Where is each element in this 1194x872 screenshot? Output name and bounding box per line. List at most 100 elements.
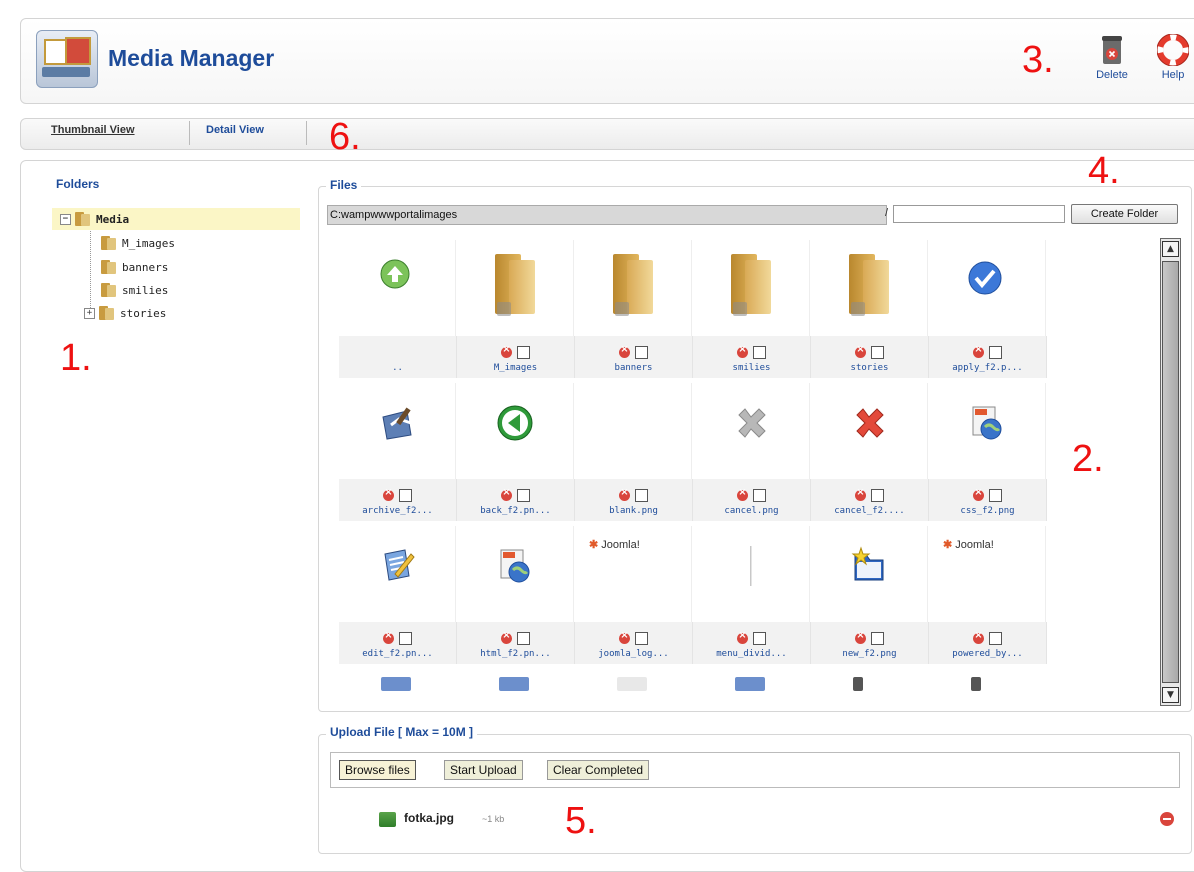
file-name-link[interactable]: new_f2.png [811,649,928,659]
select-checkbox[interactable] [635,489,648,502]
file-name-link[interactable]: edit_f2.pn... [339,649,456,659]
select-checkbox[interactable] [871,632,884,645]
scroll-down-arrow-icon[interactable]: ▼ [1162,687,1179,703]
select-checkbox[interactable] [753,489,766,502]
delete-item-icon[interactable] [855,487,866,501]
file-thumbnail-item[interactable]: cancel.png [693,383,811,521]
delete-item-icon[interactable] [501,344,512,358]
file-thumbnail-item[interactable]: html_f2.pn... [457,526,575,664]
delete-button[interactable]: Delete [1084,34,1140,81]
file-thumbnail-item[interactable]: css_f2.png [929,383,1047,521]
select-checkbox[interactable] [871,346,884,359]
thumbnail-area[interactable] [457,383,574,479]
file-name-link[interactable]: html_f2.pn... [457,649,574,659]
select-checkbox[interactable] [753,632,766,645]
delete-item-icon[interactable] [619,630,630,644]
delete-item-icon[interactable] [737,630,748,644]
select-checkbox[interactable] [753,346,766,359]
thumbnail-area[interactable]: ✱ Joomla! [575,526,692,622]
files-scrollbar[interactable]: ▲ ▼ [1160,238,1181,706]
file-name-link[interactable]: apply_f2.p... [929,363,1046,373]
expand-toggle-icon[interactable]: + [84,307,95,319]
delete-item-icon[interactable] [737,344,748,358]
file-thumbnail-item[interactable]: banners [575,240,693,378]
scroll-thumb[interactable] [1162,261,1179,683]
file-thumbnail-item[interactable]: .. [339,240,457,378]
tree-item-banners[interactable]: banners [99,256,168,278]
file-name-link[interactable]: cancel_f2.... [811,506,928,516]
delete-item-icon[interactable] [619,487,630,501]
thumbnail-area[interactable] [929,383,1046,479]
thumbnail-area[interactable] [929,240,1046,336]
file-thumbnail-item[interactable]: back_f2.pn... [457,383,575,521]
delete-item-icon[interactable] [383,487,394,501]
thumbnail-area[interactable] [457,240,574,336]
file-name-link[interactable]: powered_by... [929,649,1046,659]
tree-item-m-images[interactable]: M_images [99,232,175,254]
select-checkbox[interactable] [517,632,530,645]
delete-item-icon[interactable] [973,630,984,644]
file-name-link[interactable]: .. [339,363,456,373]
file-thumbnail-item[interactable]: M_images [457,240,575,378]
file-thumbnail-item[interactable]: edit_f2.pn... [339,526,457,664]
select-checkbox[interactable] [517,346,530,359]
select-checkbox[interactable] [517,489,530,502]
delete-item-icon[interactable] [737,487,748,501]
tab-detail-view[interactable]: Detail View [206,124,264,136]
browse-files-button[interactable]: Browse files [339,760,416,780]
thumbnail-area[interactable] [693,240,810,336]
thumbnail-area[interactable] [339,383,456,479]
file-thumbnail-item[interactable]: menu_divid... [693,526,811,664]
file-name-link[interactable]: blank.png [575,506,692,516]
file-name-link[interactable]: archive_f2... [339,506,456,516]
file-name-link[interactable]: back_f2.pn... [457,506,574,516]
thumbnail-area[interactable] [811,383,928,479]
thumbnail-area[interactable] [339,240,456,336]
thumbnail-area[interactable]: ✱ Joomla! [929,526,1046,622]
start-upload-button[interactable]: Start Upload [444,760,523,780]
file-thumbnail-item[interactable]: stories [811,240,929,378]
delete-item-icon[interactable] [501,487,512,501]
select-checkbox[interactable] [635,632,648,645]
select-checkbox[interactable] [399,489,412,502]
scroll-up-arrow-icon[interactable]: ▲ [1162,241,1179,257]
delete-item-icon[interactable] [973,344,984,358]
thumbnail-area[interactable] [457,526,574,622]
thumbnail-area[interactable] [693,526,810,622]
thumbnail-area[interactable] [811,240,928,336]
delete-item-icon[interactable] [501,630,512,644]
select-checkbox[interactable] [399,632,412,645]
select-checkbox[interactable] [871,489,884,502]
file-thumbnail-item[interactable]: blank.png [575,383,693,521]
file-thumbnail-item[interactable]: new_f2.png [811,526,929,664]
tree-item-smilies[interactable]: smilies [99,279,168,301]
file-name-link[interactable]: banners [575,363,692,373]
create-folder-button[interactable]: Create Folder [1071,204,1178,224]
file-name-link[interactable]: cancel.png [693,506,810,516]
delete-item-icon[interactable] [383,630,394,644]
delete-item-icon[interactable] [619,344,630,358]
help-button[interactable]: Help [1145,34,1194,81]
file-name-link[interactable]: smilies [693,363,810,373]
select-checkbox[interactable] [989,346,1002,359]
file-thumbnail-item[interactable]: apply_f2.p... [929,240,1047,378]
thumbnail-area[interactable] [339,526,456,622]
select-checkbox[interactable] [635,346,648,359]
delete-item-icon[interactable] [855,630,866,644]
tab-thumbnail-view[interactable]: Thumbnail View [51,124,135,136]
collapse-toggle-icon[interactable]: − [60,213,71,225]
thumbnail-area[interactable] [575,383,692,479]
file-thumbnail-item[interactable]: archive_f2... [339,383,457,521]
tree-item-media[interactable]: − Media [52,208,300,230]
file-thumbnail-item[interactable]: ✱ Joomla! joomla_log... [575,526,693,664]
file-name-link[interactable]: joomla_log... [575,649,692,659]
file-name-link[interactable]: css_f2.png [929,506,1046,516]
file-name-link[interactable]: stories [811,363,928,373]
file-name-link[interactable]: menu_divid... [693,649,810,659]
delete-item-icon[interactable] [973,487,984,501]
select-checkbox[interactable] [989,489,1002,502]
new-folder-name-input[interactable] [893,205,1065,223]
thumbnail-area[interactable] [811,526,928,622]
delete-item-icon[interactable] [855,344,866,358]
thumbnail-area[interactable] [575,240,692,336]
